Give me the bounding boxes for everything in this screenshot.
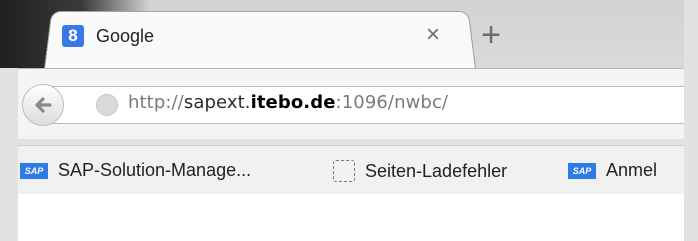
back-button[interactable]: [22, 84, 64, 126]
url-rest: :1096/nwbc/: [335, 92, 449, 113]
sap-logo-icon: SAP: [568, 162, 596, 179]
url-text[interactable]: http://sapext.itebo.de:1096/nwbc/: [128, 92, 448, 113]
tab-close-icon[interactable]: ×: [426, 20, 440, 50]
sap-logo-icon: SAP: [20, 162, 48, 179]
url-subdomain: sapext.: [183, 92, 251, 113]
bookmark-seiten-ladefehler[interactable]: Seiten-Ladefehler: [333, 160, 507, 182]
google-favicon-icon: 8: [62, 25, 84, 47]
new-tab-button[interactable]: +: [466, 10, 516, 60]
dashed-page-icon: [333, 160, 355, 182]
globe-icon: [96, 94, 118, 116]
bookmark-label: Anmel: [606, 160, 658, 180]
tab-title: Google: [96, 25, 155, 46]
window-frame-right: [684, 0, 698, 241]
bookmark-sap-solution-manager[interactable]: SAP SAP-Solution-Manage...: [20, 160, 251, 181]
page-content-area: [18, 194, 684, 241]
bookmark-anmel[interactable]: SAP Anmel: [568, 160, 657, 181]
bookmark-label: Seiten-Ladefehler: [365, 160, 508, 181]
url-scheme: http://: [128, 92, 184, 113]
back-arrow-icon: [35, 97, 52, 113]
url-domain: itebo.de: [250, 92, 336, 113]
tab-content[interactable]: 8 Google ×: [62, 18, 462, 54]
bookmark-label: SAP-Solution-Manage...: [58, 160, 252, 180]
